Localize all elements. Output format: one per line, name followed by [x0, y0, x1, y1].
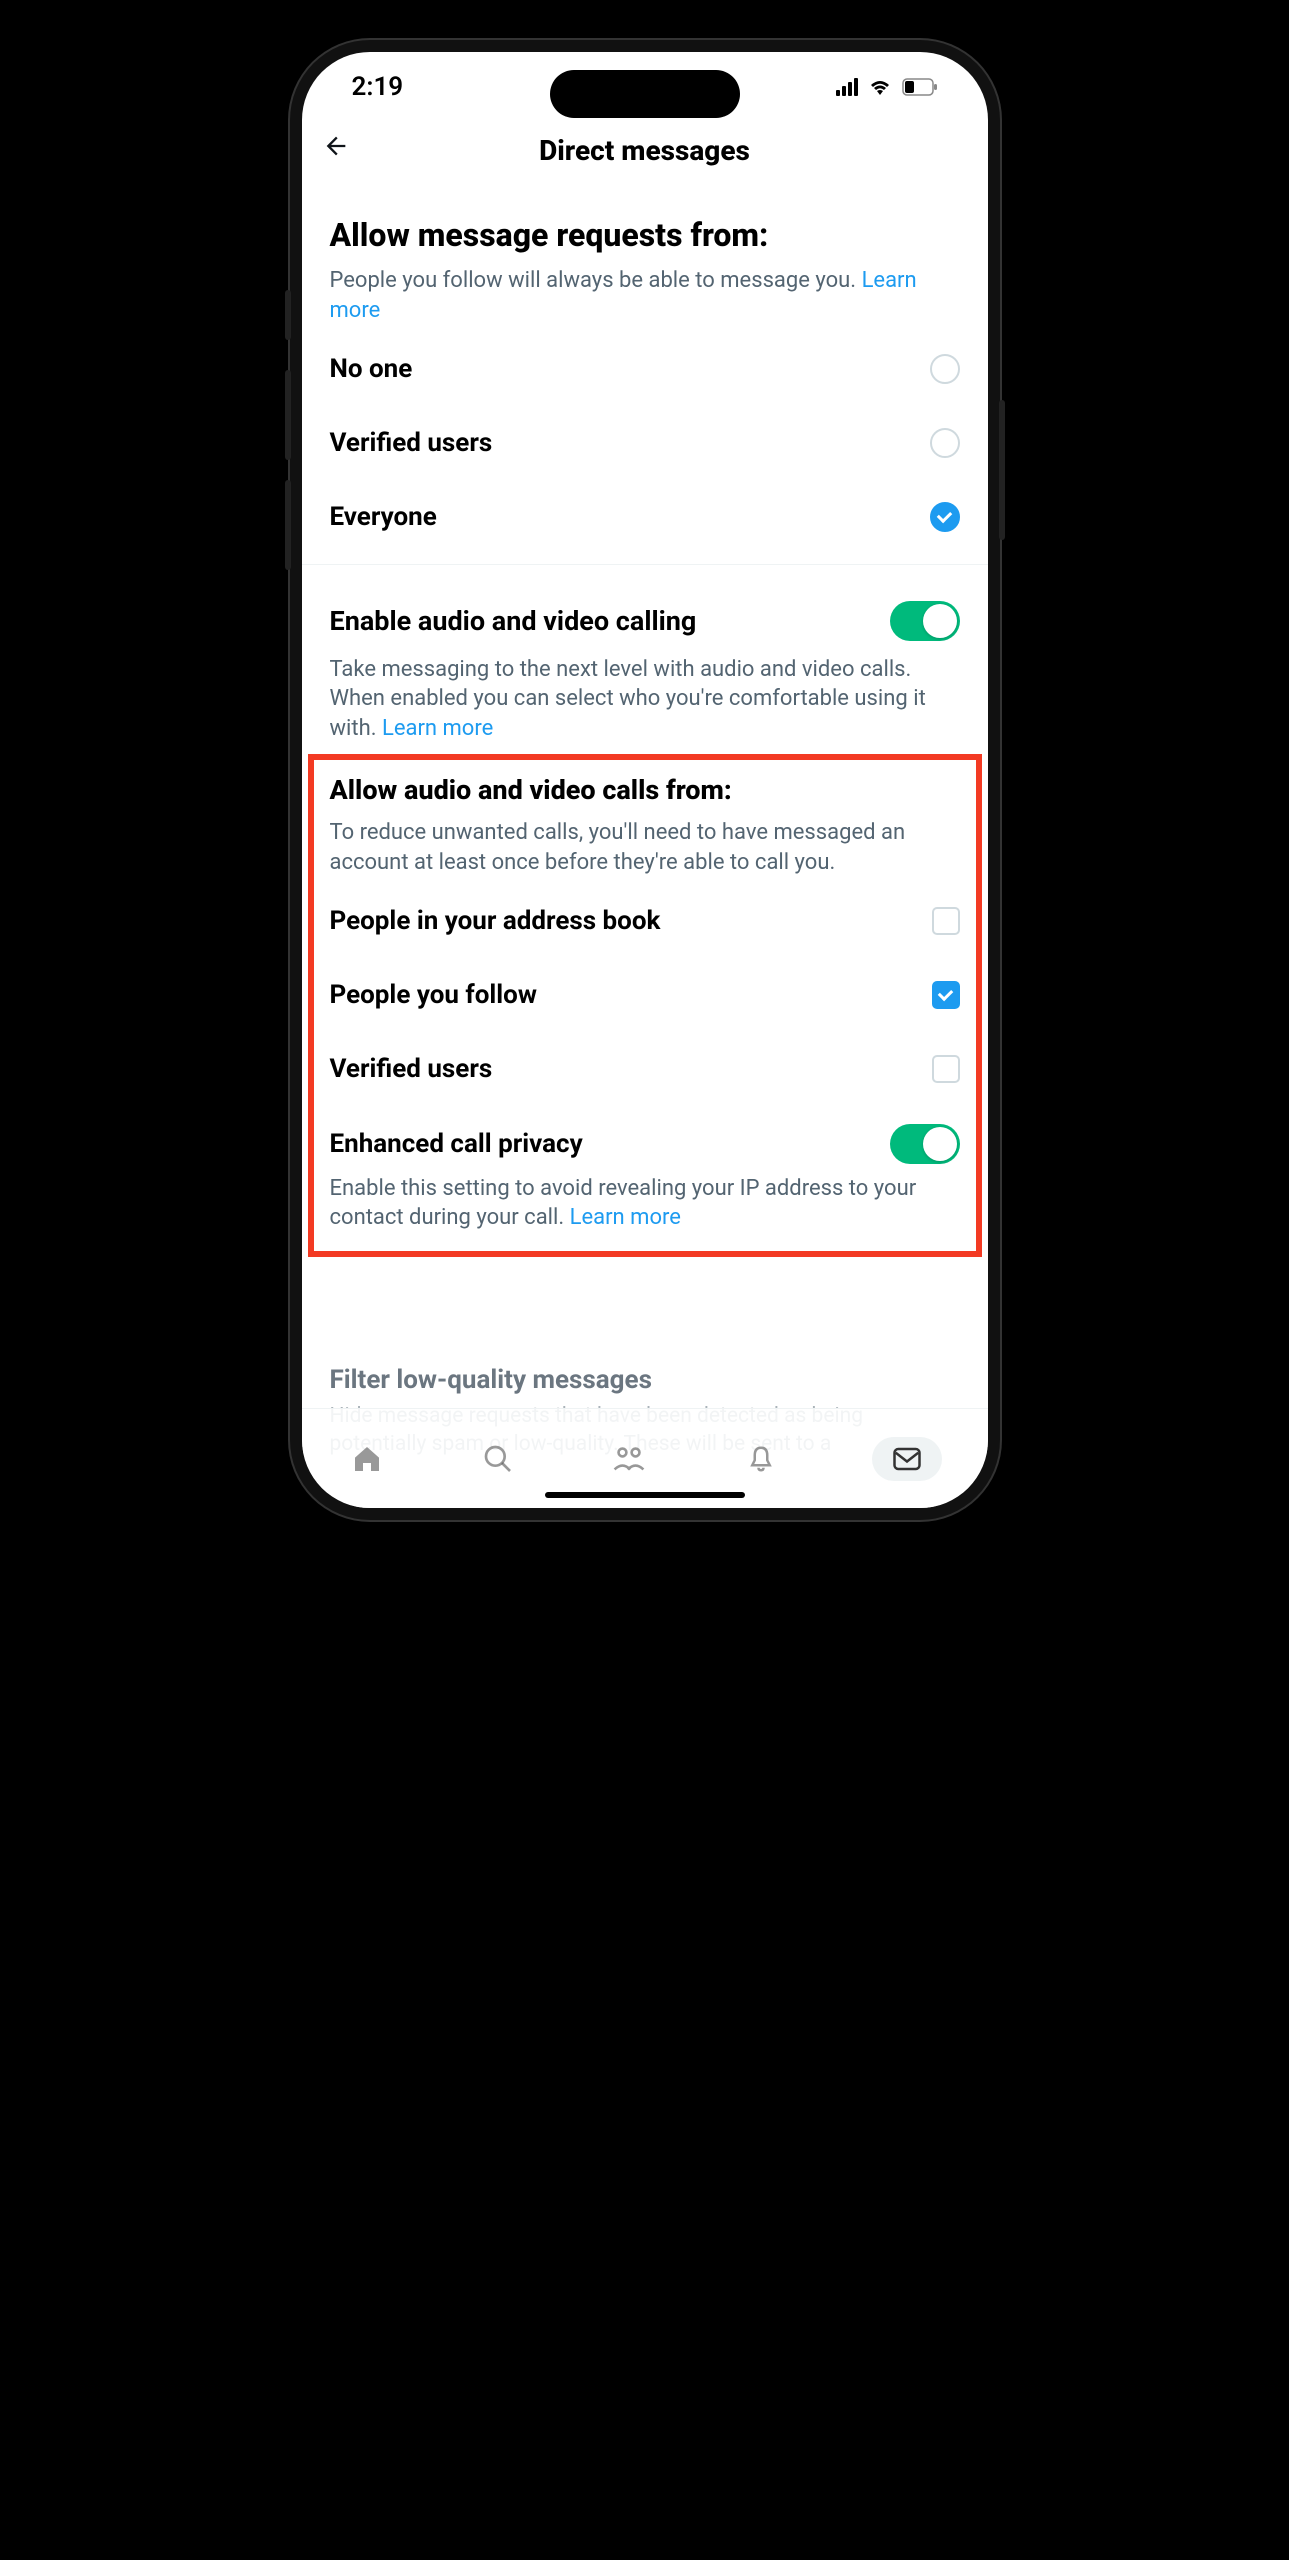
dynamic-island [550, 70, 740, 118]
nav-header: Direct messages [302, 122, 988, 188]
option-label: People in your address book [330, 906, 661, 936]
home-indicator[interactable] [545, 1492, 745, 1498]
radio-icon-selected [930, 502, 960, 532]
section-subtitle: People you follow will always be able to… [330, 266, 960, 325]
learn-more-link[interactable]: Learn more [382, 716, 493, 741]
volume-down-button [285, 480, 291, 570]
enhanced-privacy-subtitle: Enable this setting to avoid revealing y… [330, 1174, 960, 1233]
radio-icon [930, 354, 960, 384]
message-requests-section: Allow message requests from: People you … [330, 216, 960, 554]
enable-calling-toggle[interactable] [890, 601, 960, 641]
option-label: No one [330, 354, 413, 384]
screen: 2:19 Direct messages Allow messa [302, 52, 988, 1508]
status-time: 2:19 [352, 72, 404, 102]
envelope-icon [892, 1446, 922, 1472]
radio-option-no-one[interactable]: No one [330, 332, 960, 406]
battery-icon [902, 78, 938, 96]
calling-subtitle: Take messaging to the next level with au… [330, 655, 960, 744]
back-button[interactable] [322, 132, 362, 168]
checkbox-icon [932, 1055, 960, 1083]
people-icon [612, 1443, 646, 1475]
checkbox-option-verified[interactable]: Verified users [330, 1032, 960, 1106]
filter-title: Filter low-quality messages [330, 1365, 960, 1395]
enhanced-privacy-row: Enhanced call privacy [330, 1106, 960, 1174]
phone-frame: 2:19 Direct messages Allow messa [290, 40, 1000, 1520]
checkbox-option-address-book[interactable]: People in your address book [330, 884, 960, 958]
volume-up-button [285, 370, 291, 460]
option-label: Verified users [330, 1054, 493, 1084]
option-label: People you follow [330, 980, 537, 1010]
tab-messages[interactable] [872, 1439, 942, 1479]
highlighted-calls-section: Allow audio and video calls from: To red… [308, 754, 982, 1257]
messages-pill [872, 1437, 942, 1481]
enhanced-privacy-label: Enhanced call privacy [330, 1129, 583, 1159]
tab-communities[interactable] [609, 1439, 649, 1479]
bell-icon [746, 1443, 776, 1475]
calling-section: Enable audio and video calling Take mess… [330, 593, 960, 744]
radio-option-everyone[interactable]: Everyone [330, 480, 960, 554]
tab-home[interactable] [347, 1439, 387, 1479]
section-title: Allow message requests from: [330, 216, 960, 254]
enable-calling-row: Enable audio and video calling [330, 593, 960, 655]
calls-from-subtitle: To reduce unwanted calls, you'll need to… [330, 818, 960, 877]
home-icon [351, 1443, 383, 1475]
side-button [285, 290, 291, 340]
wifi-icon [868, 77, 892, 97]
calls-from-title: Allow audio and video calls from: [330, 774, 960, 806]
option-label: Verified users [330, 428, 493, 458]
tab-notifications[interactable] [741, 1439, 781, 1479]
enhanced-privacy-toggle[interactable] [890, 1124, 960, 1164]
power-button [999, 400, 1005, 540]
checkbox-icon [932, 907, 960, 935]
enable-calling-label: Enable audio and video calling [330, 605, 697, 637]
cellular-icon [836, 78, 858, 96]
page-title: Direct messages [539, 134, 750, 167]
checkbox-option-following[interactable]: People you follow [330, 958, 960, 1032]
content: Allow message requests from: People you … [302, 188, 988, 1257]
checkbox-icon-checked [932, 981, 960, 1009]
radio-option-verified[interactable]: Verified users [330, 406, 960, 480]
option-label: Everyone [330, 502, 437, 532]
radio-icon [930, 428, 960, 458]
search-icon [482, 1443, 514, 1475]
learn-more-link[interactable]: Learn more [570, 1205, 681, 1230]
divider [302, 564, 988, 565]
tab-search[interactable] [478, 1439, 518, 1479]
